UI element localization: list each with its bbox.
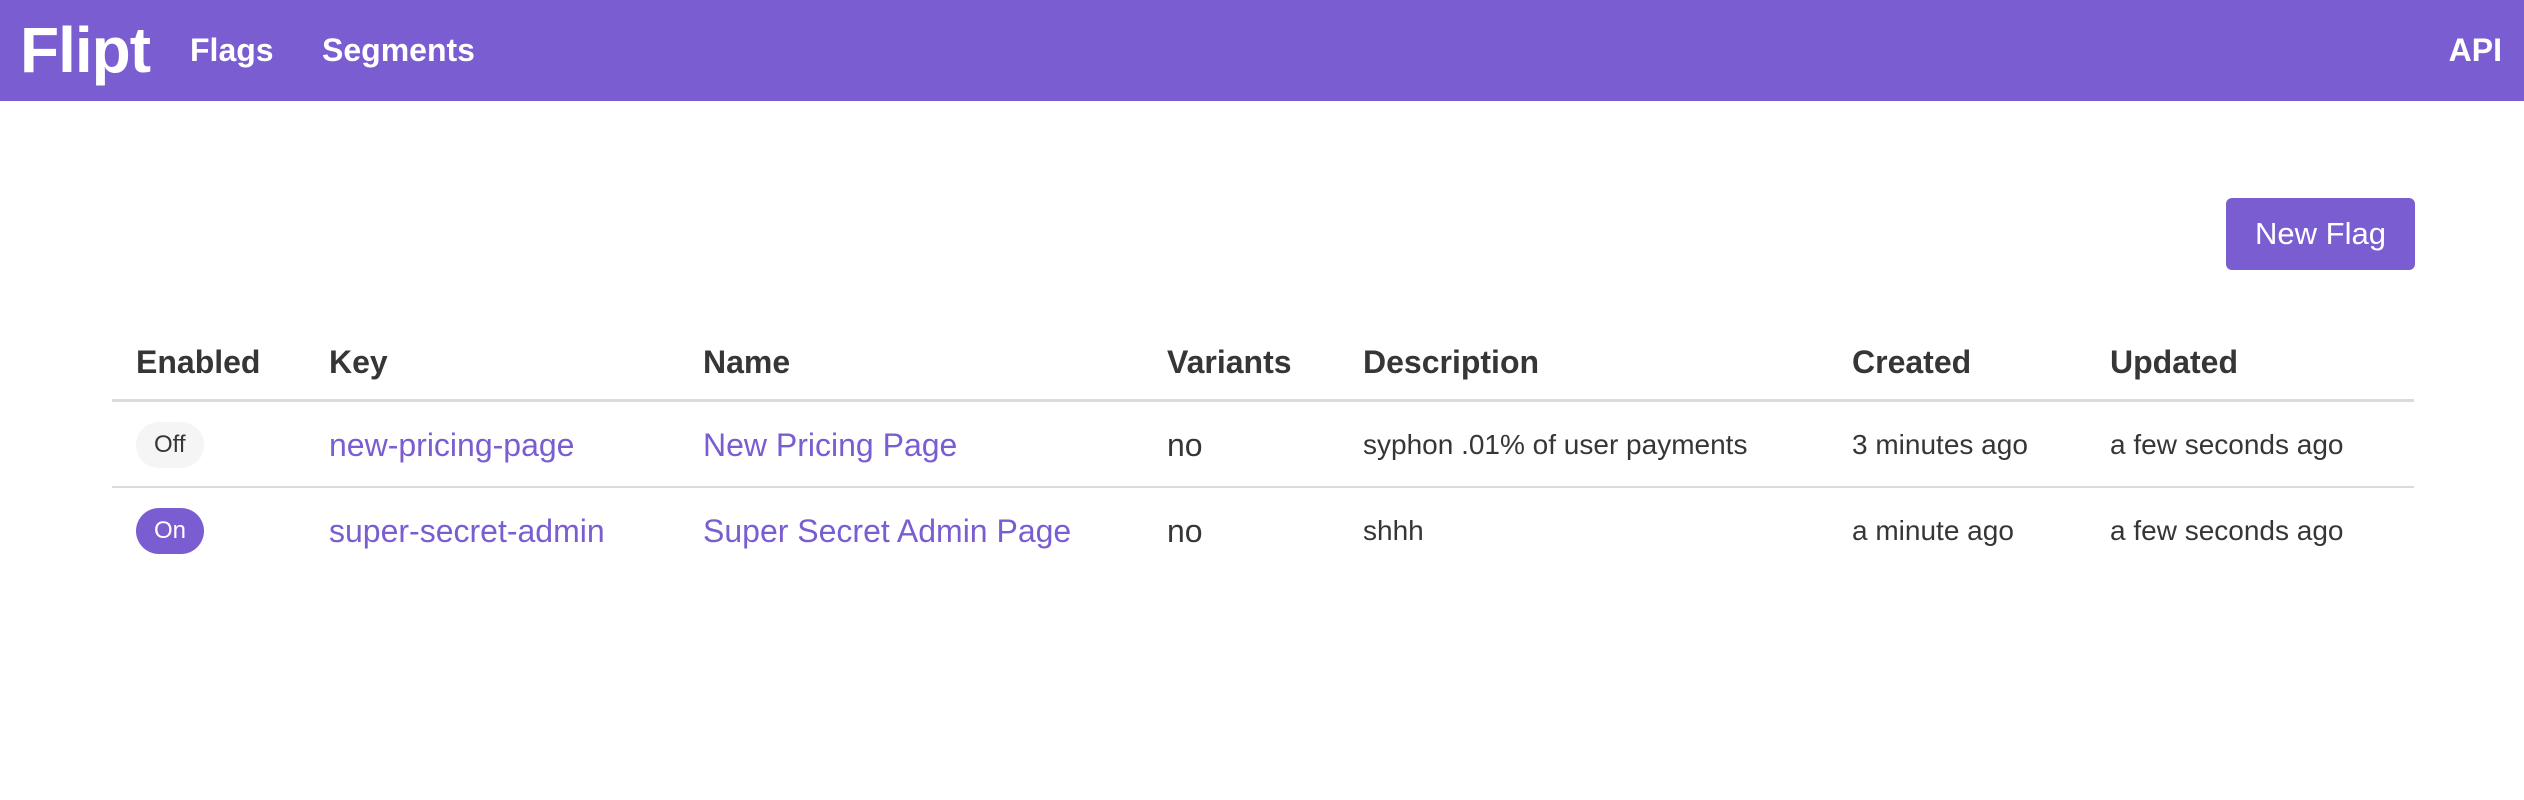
flag-key-link[interactable]: new-pricing-page — [329, 402, 574, 488]
created-cell: 3 minutes ago — [1852, 429, 2028, 460]
header-variants: Variants — [1167, 344, 1292, 380]
flags-table: Enabled Key Name Variants Description Cr… — [112, 334, 2414, 574]
description-cell: shhh — [1363, 515, 1424, 546]
nav-item-flags[interactable]: Flags — [190, 30, 274, 70]
new-flag-button[interactable]: New Flag — [2226, 198, 2415, 270]
header-created: Created — [1852, 344, 1972, 380]
table-row[interactable]: Off new-pricing-page New Pricing Page no… — [112, 402, 2414, 488]
description-cell: syphon .01% of user payments — [1363, 429, 1748, 460]
variants-cell: no — [1167, 512, 1203, 549]
updated-cell: a few seconds ago — [2110, 429, 2344, 460]
table-row[interactable]: On super-secret-admin Super Secret Admin… — [112, 488, 2414, 574]
table-header: Enabled Key Name Variants Description Cr… — [112, 334, 2414, 402]
status-badge-off: Off — [136, 422, 204, 468]
nav-item-segments[interactable]: Segments — [322, 30, 475, 70]
header-key: Key — [329, 344, 388, 380]
header-enabled: Enabled — [136, 344, 261, 380]
flag-key-link[interactable]: super-secret-admin — [329, 488, 605, 574]
updated-cell: a few seconds ago — [2110, 515, 2344, 546]
flag-name-link[interactable]: New Pricing Page — [703, 402, 957, 488]
enabled-cell: Off — [136, 402, 204, 488]
nav-item-api[interactable]: API — [2449, 30, 2502, 70]
flag-name-link[interactable]: Super Secret Admin Page — [703, 488, 1071, 574]
status-badge-on: On — [136, 508, 205, 554]
brand-logo[interactable]: Flipt — [20, 12, 151, 88]
header-name: Name — [703, 344, 791, 380]
header-description: Description — [1363, 344, 1540, 380]
variants-cell: no — [1167, 426, 1203, 463]
header-updated: Updated — [2110, 344, 2238, 380]
top-navbar: Flipt Flags Segments API — [0, 0, 2524, 101]
created-cell: a minute ago — [1852, 515, 2014, 546]
enabled-cell: On — [136, 488, 205, 574]
